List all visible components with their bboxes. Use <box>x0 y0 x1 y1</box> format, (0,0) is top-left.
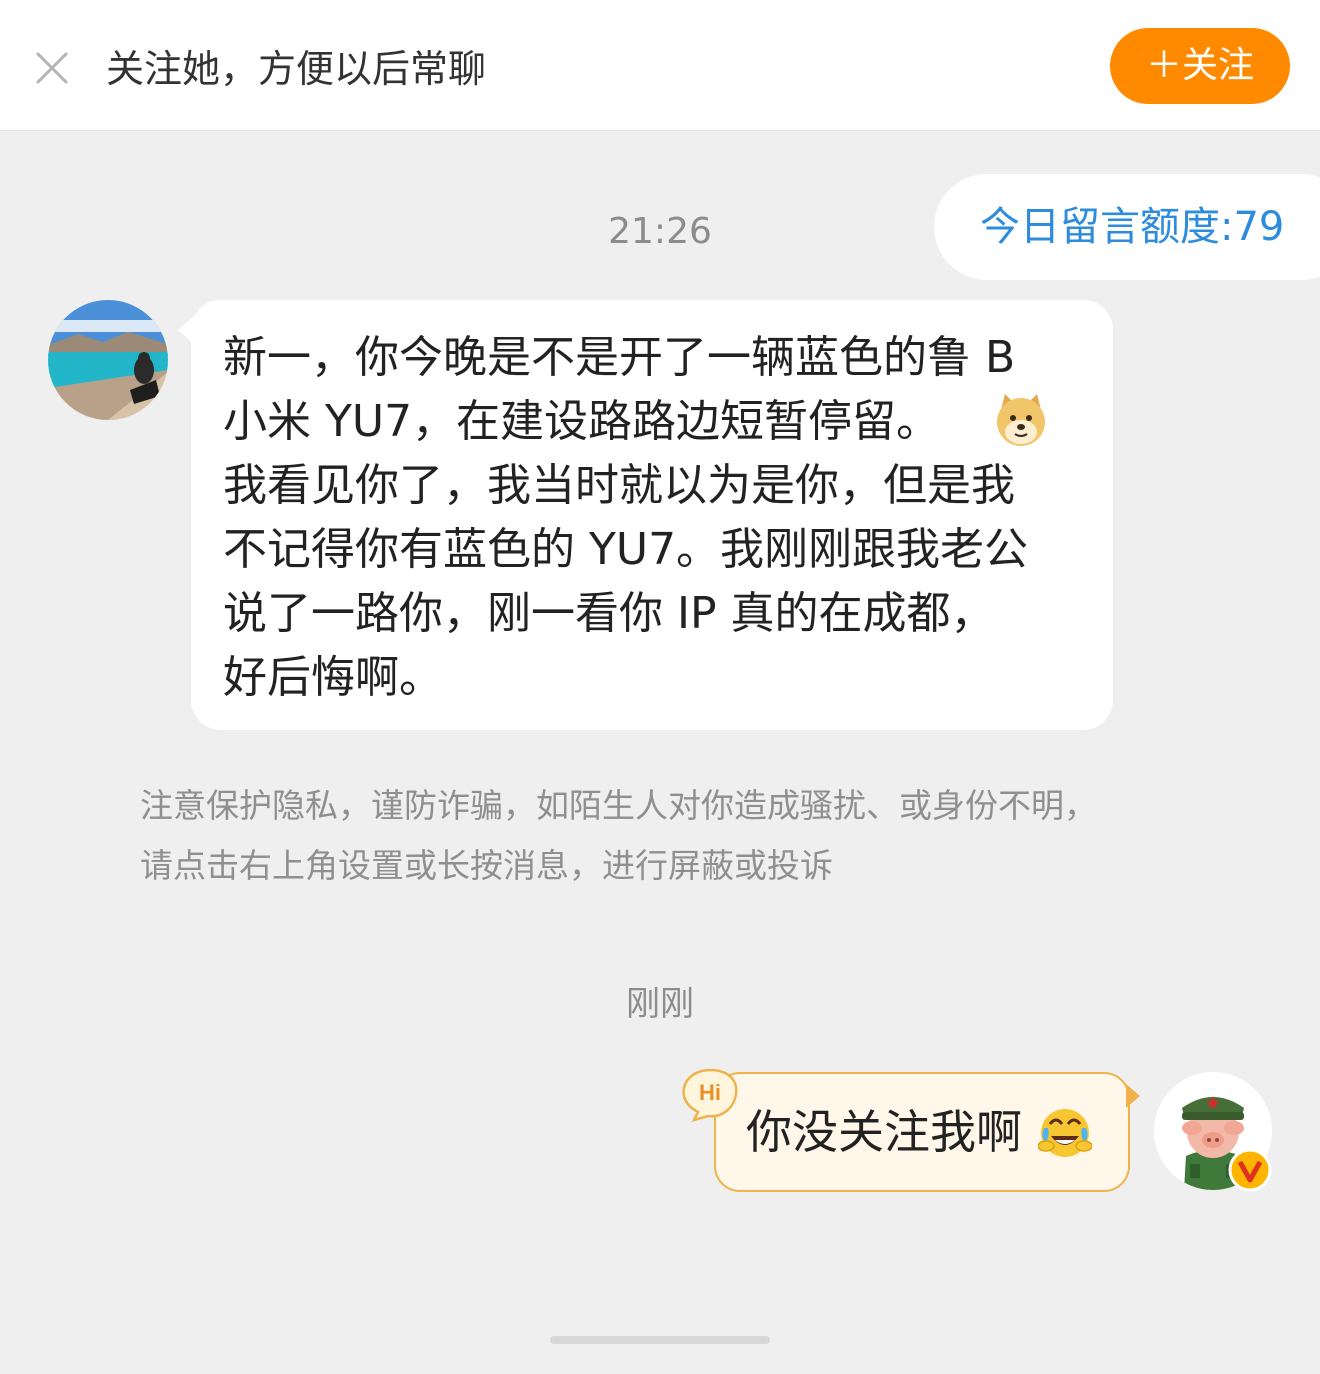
follow-button[interactable]: ＋关注 <box>1110 28 1290 104</box>
outgoing-message-text: 你没关注我啊 <box>746 1105 1022 1159</box>
outgoing-message-bubble[interactable]: 你没关注我啊 <box>714 1072 1130 1192</box>
laugh-cry-emoji-icon <box>1037 1106 1093 1160</box>
outgoing-bubble-tail <box>1126 1084 1140 1108</box>
message-line: 新一，你今晚是不是开了一辆蓝色的鲁 B <box>223 332 1016 383</box>
message-line: 我看见你了，我当时就以为是你，但是我 <box>223 460 1015 511</box>
incoming-message-bubble[interactable]: 新一，你今晚是不是开了一辆蓝色的鲁 B 小米 YU7，在建设路路边短暂停留。 我… <box>191 300 1113 730</box>
privacy-notice-line: 请点击右上角设置或长按消息，进行屏蔽或投诉 <box>140 846 833 885</box>
home-indicator[interactable] <box>550 1336 770 1344</box>
hi-badge-text: Hi <box>699 1080 721 1105</box>
follow-prompt-text: 关注她，方便以后常聊 <box>106 47 487 91</box>
timestamp: 刚刚 <box>626 984 694 1024</box>
verified-badge-icon <box>1228 1148 1272 1192</box>
message-line: 好后悔啊。 <box>223 652 443 703</box>
sender-avatar[interactable] <box>48 300 168 420</box>
timestamp: 21:26 <box>608 211 712 252</box>
privacy-notice-line: 注意保护隐私，谨防诈骗，如陌生人对你造成骚扰、或身份不明， <box>140 786 1097 825</box>
hi-badge-icon: Hi <box>680 1066 740 1122</box>
message-line: 小米 YU7，在建设路路边短暂停留。 <box>223 396 941 447</box>
chat-screen: 关注她，方便以后常聊 ＋关注 今日留言额度:79 21:26 新一，你今晚是不是… <box>0 0 1320 1374</box>
doge-emoji-icon <box>993 392 1049 448</box>
message-line: 说了一路你，刚一看你 IP 真的在成都， <box>223 588 995 639</box>
close-icon[interactable] <box>32 48 72 88</box>
message-line: 不记得你有蓝色的 YU7。我刚刚跟我老公 <box>223 524 1029 575</box>
follow-banner: 关注她，方便以后常聊 ＋关注 <box>0 0 1320 131</box>
